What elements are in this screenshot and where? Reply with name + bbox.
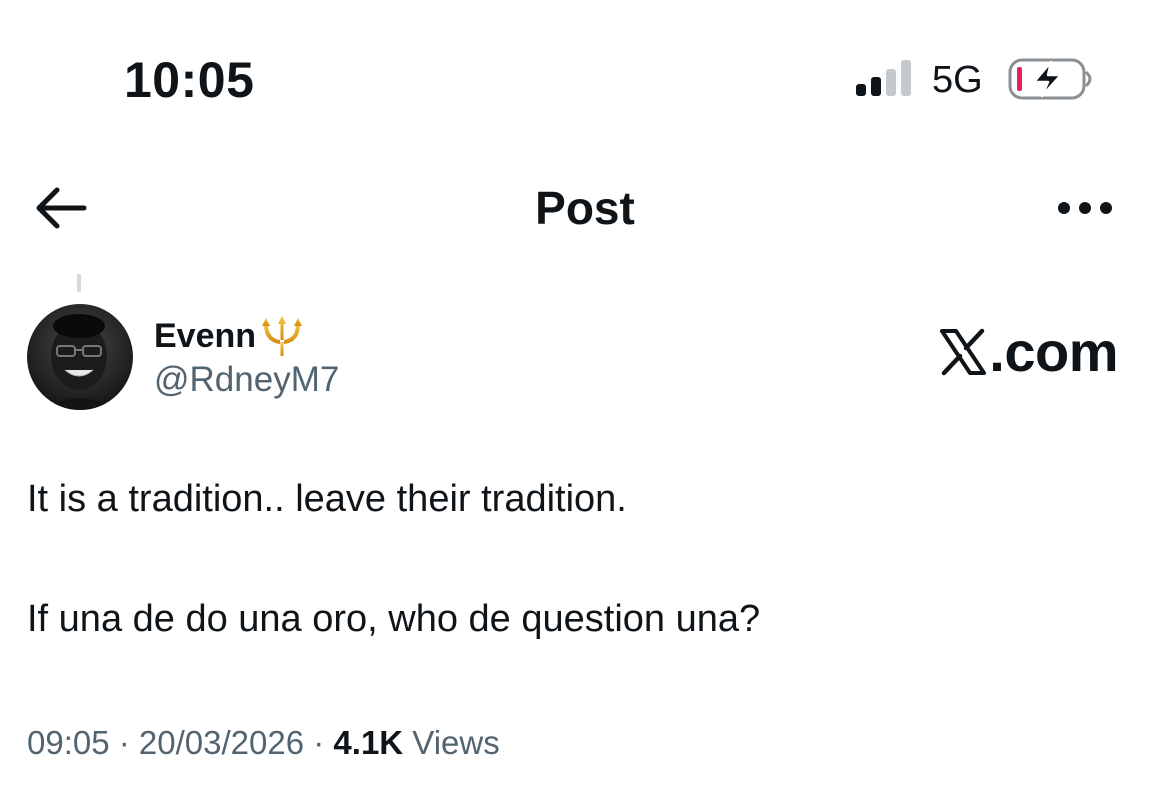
author-name-text: Evenn (154, 317, 257, 355)
meta-separator: · (109, 724, 139, 761)
views-count[interactable]: 4.1K (333, 724, 403, 761)
post-text-line-2: If una de do una oro, who de question un… (27, 598, 761, 640)
post-date[interactable]: 20/03/2026 (139, 724, 304, 761)
network-label: 5G (932, 59, 983, 101)
avatar[interactable] (27, 304, 133, 410)
post-meta: 09:05 · 20/03/2026 · 4.1K Views (27, 722, 500, 764)
battery-charging-icon (1008, 58, 1092, 100)
more-options-button[interactable] (1050, 186, 1120, 230)
more-horizontal-icon (1058, 202, 1112, 214)
status-time: 10:05 (124, 52, 255, 108)
author-handle[interactable]: @RdneyM7 (154, 358, 339, 402)
meta-separator: · (304, 724, 334, 761)
signal-icon (856, 60, 911, 96)
x-logo-icon (940, 328, 987, 376)
page-title: Post (535, 182, 635, 234)
post-time[interactable]: 09:05 (27, 724, 110, 761)
author-name[interactable]: Evenn (154, 314, 306, 358)
post-text-line-1: It is a tradition.. leave their traditio… (27, 478, 627, 520)
watermark-text: .com (989, 320, 1118, 383)
avatar-photo (27, 304, 133, 410)
trident-emoji (262, 316, 303, 356)
views-label: Views (403, 724, 500, 761)
thread-connector-line (77, 274, 81, 292)
x-com-watermark: .com (939, 320, 1118, 384)
